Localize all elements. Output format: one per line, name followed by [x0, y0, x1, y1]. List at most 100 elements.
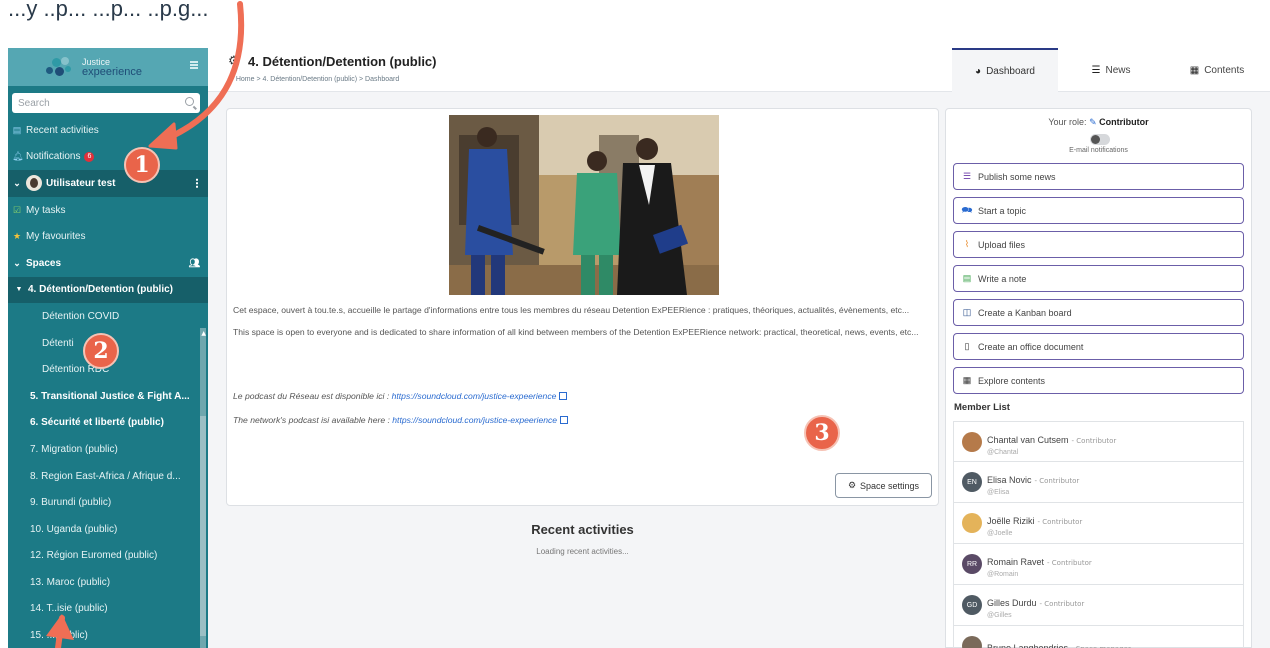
menu-toggle-icon[interactable]: [190, 61, 198, 69]
avatar[interactable]: RR: [962, 554, 982, 574]
sidebar-item-spaces[interactable]: ⌄ Spaces 👥︎: [8, 250, 208, 277]
sidebar-item-space[interactable]: 9. Burundi (public): [8, 489, 208, 516]
star-icon: ★: [12, 231, 22, 242]
member-name[interactable]: Chantal van Cutsem: [987, 435, 1069, 445]
member-row[interactable]: Chantal van Cutsem - Contributor @Chantal: [953, 421, 1244, 462]
member-name[interactable]: Bruno Langhendries: [987, 643, 1068, 648]
sidebar-item-space[interactable]: 7. Migration (public): [8, 436, 208, 463]
grid-icon: ▦: [962, 375, 972, 385]
sidebar-item-label: Spaces: [26, 257, 62, 269]
avatar[interactable]: [962, 513, 982, 533]
email-notifications-toggle[interactable]: [1090, 134, 1110, 145]
sidebar-item-my-favourites[interactable]: ★ My favourites: [8, 223, 208, 250]
sidebar-item-space[interactable]: 10. Uganda (public): [8, 516, 208, 543]
space-photo-illustration: [449, 115, 719, 295]
podcast-fr-label: Le podcast du Réseau est disponible ici …: [233, 391, 392, 401]
search-placeholder: Search: [18, 97, 50, 109]
sidebar-item-label: 10. Uganda (public): [30, 523, 118, 535]
sidebar-item-label: My tasks: [26, 204, 66, 216]
create-kanban-button[interactable]: ◫ Create a Kanban board: [953, 299, 1244, 326]
search-icon[interactable]: [185, 97, 194, 106]
logo-text: Justice expeerience: [82, 57, 142, 78]
sidebar-item-space[interactable]: 12. Région Euromed (public): [8, 543, 208, 570]
external-link-icon[interactable]: [559, 392, 568, 400]
checkbox-icon: ☑: [12, 204, 22, 215]
caption-text: ...y ..p... ...p... ..p.g...: [8, 0, 209, 21]
publish-news-button[interactable]: ☰ Publish some news: [953, 163, 1244, 190]
home-icon[interactable]: ⌂: [228, 74, 233, 83]
podcast-en-label: The network's podcast isi available here…: [233, 415, 393, 425]
list-icon: ☰: [962, 171, 972, 181]
action-label: Write a note: [978, 273, 1027, 284]
sidebar-item-current-space[interactable]: ▼ 4. Détention/Detention (public): [8, 276, 208, 304]
sidebar-item-label: Détention COVID: [42, 310, 120, 322]
sidebar-item-recent-activities[interactable]: ▤ Recent activities: [8, 117, 208, 144]
space-photo: [449, 115, 719, 295]
explore-contents-button[interactable]: ▦ Explore contents: [953, 367, 1244, 394]
sidebar-item-space[interactable]: 8. Region East-Africa / Afrique d...: [8, 463, 208, 490]
chevron-down-icon[interactable]: ⌄: [12, 258, 22, 269]
search-input[interactable]: Search: [12, 93, 200, 113]
scroll-up-icon[interactable]: ▲: [201, 330, 206, 337]
sidebar-item-subspace[interactable]: Détention COVID: [8, 303, 208, 330]
sidebar-scrollbar-thumb[interactable]: [200, 416, 206, 636]
member-row[interactable]: Joëlle Riziki - Contributor @Joelle: [953, 503, 1244, 544]
sidebar-item-space[interactable]: 14. T..isie (public): [8, 596, 208, 623]
page-header: ⚙ 4. Détention/Detention (public) ⌂ Home …: [208, 48, 1270, 92]
space-settings-button[interactable]: ⚙ Space settings: [835, 473, 932, 498]
member-name[interactable]: Joëlle Riziki: [987, 516, 1035, 526]
member-row[interactable]: EN Elisa Novic - Contributor @Elisa: [953, 462, 1244, 503]
sidebar-item-label: Notifications: [26, 151, 81, 163]
write-note-button[interactable]: ▤ Write a note: [953, 265, 1244, 292]
avatar[interactable]: [962, 431, 982, 452]
member-name[interactable]: Elisa Novic: [987, 475, 1032, 485]
member-info: Romain Ravet - Contributor @Romain: [987, 550, 1092, 578]
breadcrumb-text[interactable]: Home > 4. Détention/Detention (public) >…: [236, 76, 399, 83]
caret-down-icon[interactable]: ▼: [14, 286, 24, 293]
sidebar-item-notifications[interactable]: 🔔︎ Notifications 6: [8, 144, 208, 171]
recent-activities-loading: Loading recent activities...: [536, 547, 629, 556]
sidebar-item-label: 13. Maroc (public): [30, 576, 111, 588]
external-link-icon[interactable]: [560, 416, 569, 424]
member-role: - Contributor: [1034, 477, 1080, 485]
podcast-en-link[interactable]: https://soundcloud.com/justice-expeerien…: [392, 415, 557, 425]
tab-label: Dashboard: [986, 65, 1035, 77]
comments-icon: 🗪︎: [961, 204, 973, 215]
sidebar-item-space[interactable]: 13. Maroc (public): [8, 569, 208, 596]
sidebar-item-my-tasks[interactable]: ☑ My tasks: [8, 197, 208, 224]
more-options-icon[interactable]: [196, 178, 198, 189]
member-row[interactable]: Bruno Langhendries- Space manager: [953, 626, 1244, 648]
avatar[interactable]: EN: [962, 472, 982, 492]
sidebar-item-label: My favourites: [26, 231, 86, 243]
avatar[interactable]: GD: [962, 595, 982, 615]
sidebar-item-space[interactable]: 6. Sécurité et liberté (public): [8, 410, 208, 437]
gear-icon: ⚙: [847, 480, 857, 490]
upload-files-button[interactable]: ⌇ Upload files: [953, 231, 1244, 258]
member-row[interactable]: GD Gilles Durdu - Contributor @Gilles: [953, 585, 1244, 626]
sidebar-item-space[interactable]: 5. Transitional Justice & Fight A...: [8, 383, 208, 410]
member-row[interactable]: RR Romain Ravet - Contributor @Romain: [953, 544, 1244, 585]
pencil-icon: ✎: [1089, 117, 1097, 127]
breadcrumb: ⌂ Home > 4. Détention/Detention (public) …: [228, 74, 399, 83]
tab-label: News: [1105, 64, 1131, 76]
avatar[interactable]: [962, 636, 982, 648]
logo[interactable]: Justice expeerience: [8, 48, 208, 86]
tab-dashboard[interactable]: ◕ Dashboard: [952, 48, 1058, 92]
sidebar-item-space[interactable]: 15. ...(public): [8, 622, 208, 648]
sidebar-item-label: 5. Transitional Justice & Fight A...: [30, 390, 190, 402]
user-name: Utilisateur test: [46, 177, 116, 189]
sidebar-item-label: 12. Région Euromed (public): [30, 550, 158, 562]
member-name[interactable]: Gilles Durdu: [987, 598, 1037, 608]
sidebar-item-user[interactable]: ⌄ Utilisateur test: [8, 170, 208, 197]
start-topic-button[interactable]: 🗪︎ Start a topic: [953, 197, 1244, 224]
gear-icon[interactable]: ⚙: [228, 54, 240, 69]
create-office-document-button[interactable]: ▯ Create an office document: [953, 333, 1244, 360]
podcast-fr-link[interactable]: https://soundcloud.com/justice-expeerien…: [392, 391, 557, 401]
chevron-down-icon[interactable]: ⌄: [12, 178, 22, 189]
recent-activities-title: Recent activities: [531, 522, 634, 537]
tab-contents[interactable]: ▦ Contents: [1164, 48, 1270, 92]
tab-news[interactable]: ☰ News: [1058, 48, 1164, 92]
member-handle: @Romain: [987, 571, 1019, 578]
people-icon[interactable]: 👥︎: [189, 258, 200, 269]
member-name[interactable]: Romain Ravet: [987, 557, 1044, 567]
